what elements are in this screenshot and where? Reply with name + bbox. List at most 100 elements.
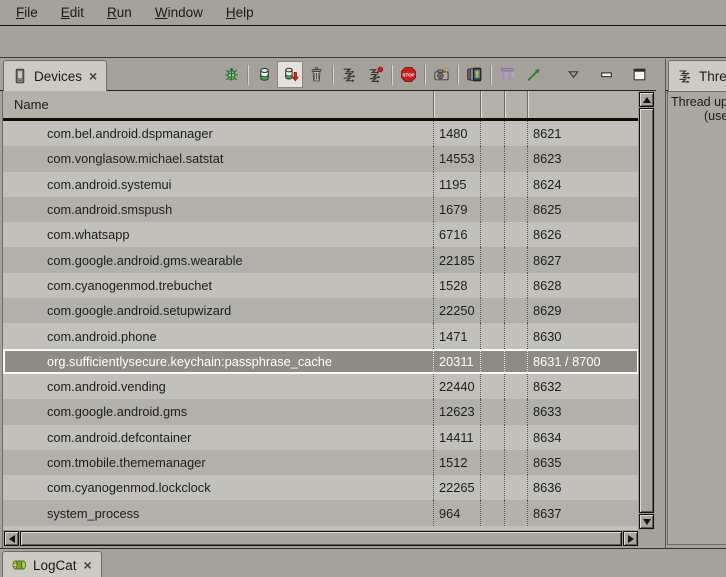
cell-port: 8628 — [527, 273, 639, 298]
column-header-blank1[interactable] — [480, 91, 504, 118]
close-icon[interactable]: × — [88, 69, 98, 83]
cell-port: 8629 — [527, 298, 639, 323]
devices-panel: Devices × STOP Name com.bel.android.dspm… — [0, 59, 656, 548]
cell-b2 — [504, 425, 527, 450]
cell-b1 — [480, 247, 504, 272]
cell-b1 — [480, 197, 504, 222]
dump-view-hierarchy-icon[interactable] — [461, 61, 487, 88]
process-row[interactable]: com.tmobile.thememanager15128635 — [3, 450, 639, 475]
cell-pid: 22265 — [433, 475, 480, 500]
cell-port: 8623 — [527, 146, 639, 171]
down-arrow-icon — [643, 519, 651, 525]
process-row[interactable]: com.android.phone14718630 — [3, 323, 639, 348]
process-row[interactable]: com.android.smspush16798625 — [3, 197, 639, 222]
cell-b2 — [504, 500, 527, 525]
cell-b2 — [504, 374, 527, 399]
threads-tab-row: Threads — [666, 59, 726, 91]
column-header-blank2[interactable] — [504, 91, 527, 118]
cell-b1 — [480, 273, 504, 298]
process-row[interactable]: com.google.android.gms.wearable221858627 — [3, 247, 639, 272]
cell-pid: 22250 — [433, 298, 480, 323]
scroll-left-button[interactable] — [4, 531, 19, 546]
vertical-scrollbar[interactable] — [638, 91, 655, 530]
cell-pid: 22185 — [433, 247, 480, 272]
process-row[interactable]: com.android.defcontainer144118634 — [3, 425, 639, 450]
cell-port: 8632 — [527, 374, 639, 399]
process-list: com.bel.android.dspmanager14808621com.vo… — [3, 121, 639, 530]
tab-threads[interactable]: Threads — [668, 60, 726, 91]
process-row[interactable]: com.android.systemui11958624 — [3, 172, 639, 197]
cell-b1 — [480, 121, 504, 146]
cell-pid: 1679 — [433, 197, 480, 222]
screen-capture-icon[interactable] — [428, 61, 454, 88]
tab-logcat[interactable]: LogCat × — [2, 551, 102, 577]
column-header-pid[interactable] — [433, 91, 480, 118]
process-row[interactable]: com.bel.android.dspmanager14808621 — [3, 121, 639, 146]
scroll-right-button[interactable] — [623, 531, 638, 546]
cell-port: 8624 — [527, 172, 639, 197]
process-row[interactable]: com.vonglasow.michael.satstat145538623 — [3, 146, 639, 171]
cell-port: 8627 — [527, 247, 639, 272]
cell-pid: 1471 — [433, 323, 480, 348]
close-icon[interactable]: × — [83, 558, 93, 572]
cell-port: 8634 — [527, 425, 639, 450]
debug-bug-icon[interactable] — [218, 61, 244, 88]
vertical-scroll-thumb[interactable] — [639, 108, 654, 513]
stop-process-icon[interactable]: STOP — [395, 61, 421, 88]
right-arrow-icon — [628, 535, 634, 543]
update-heap-icon[interactable] — [251, 61, 277, 88]
dump-hprof-icon[interactable] — [277, 61, 303, 88]
cell-b1 — [480, 298, 504, 323]
scroll-down-button[interactable] — [639, 514, 654, 529]
menu-file[interactable]: File — [6, 2, 48, 23]
systrace-icon[interactable] — [494, 61, 520, 88]
menu-help[interactable]: Help — [216, 2, 264, 23]
cell-b1 — [480, 374, 504, 399]
scroll-up-button[interactable] — [639, 92, 654, 107]
cell-port: 8635 — [527, 450, 639, 475]
cell-pid: 1512 — [433, 450, 480, 475]
update-threads-icon[interactable] — [336, 61, 362, 88]
cell-pid: 1528 — [433, 273, 480, 298]
cell-b2 — [504, 349, 527, 374]
toolbar-separator — [332, 65, 333, 85]
opengl-trace-icon[interactable] — [520, 61, 546, 88]
process-row[interactable]: com.whatsapp67168626 — [3, 222, 639, 247]
process-row-selected[interactable]: org.sufficientlysecure.keychain:passphra… — [3, 349, 639, 374]
process-table: Name com.bel.android.dspmanager14808621c… — [2, 91, 655, 548]
cell-b2 — [504, 146, 527, 171]
cell-name: com.android.defcontainer — [3, 425, 433, 450]
cell-b2 — [504, 450, 527, 475]
threads-message-line1: Thread updates not enabled for selected … — [668, 95, 726, 109]
pane-sash[interactable] — [656, 59, 665, 548]
horizontal-scrollbar[interactable] — [3, 530, 639, 547]
process-row[interactable]: com.cyanogenmod.trebuchet15288628 — [3, 273, 639, 298]
menu-run[interactable]: Run — [97, 2, 142, 23]
maximize-icon[interactable] — [626, 61, 652, 88]
cell-b1 — [480, 475, 504, 500]
menu-window[interactable]: Window — [145, 2, 213, 23]
devices-tab-row: Devices × STOP — [0, 59, 656, 91]
process-row[interactable]: com.cyanogenmod.lockclock222658636 — [3, 475, 639, 500]
cause-gc-icon[interactable] — [303, 61, 329, 88]
cell-b1 — [480, 399, 504, 424]
cell-name: com.google.android.setupwizard — [3, 298, 433, 323]
process-row[interactable]: system_process9648637 — [3, 500, 639, 525]
cell-b1 — [480, 323, 504, 348]
cell-b1 — [480, 222, 504, 247]
minimize-icon[interactable] — [593, 61, 619, 88]
threads-panel: Threads Thread updates not enabled for s… — [665, 59, 726, 548]
view-menu-icon[interactable] — [560, 61, 586, 88]
tab-threads-label: Threads — [699, 69, 726, 84]
cell-b2 — [504, 172, 527, 197]
process-row[interactable]: com.google.android.setupwizard22250 8629 — [3, 298, 639, 323]
process-row[interactable]: com.android.vending224408632 — [3, 374, 639, 399]
start-method-profiling-icon[interactable] — [362, 61, 388, 88]
column-header-port[interactable] — [527, 91, 639, 118]
horizontal-scroll-thumb[interactable] — [20, 531, 622, 546]
column-header-name[interactable]: Name — [3, 91, 433, 118]
cell-name: com.android.smspush — [3, 197, 433, 222]
tab-devices[interactable]: Devices × — [3, 60, 107, 91]
menu-edit[interactable]: Edit — [51, 2, 94, 23]
process-row[interactable]: com.google.android.gms126238633 — [3, 399, 639, 424]
